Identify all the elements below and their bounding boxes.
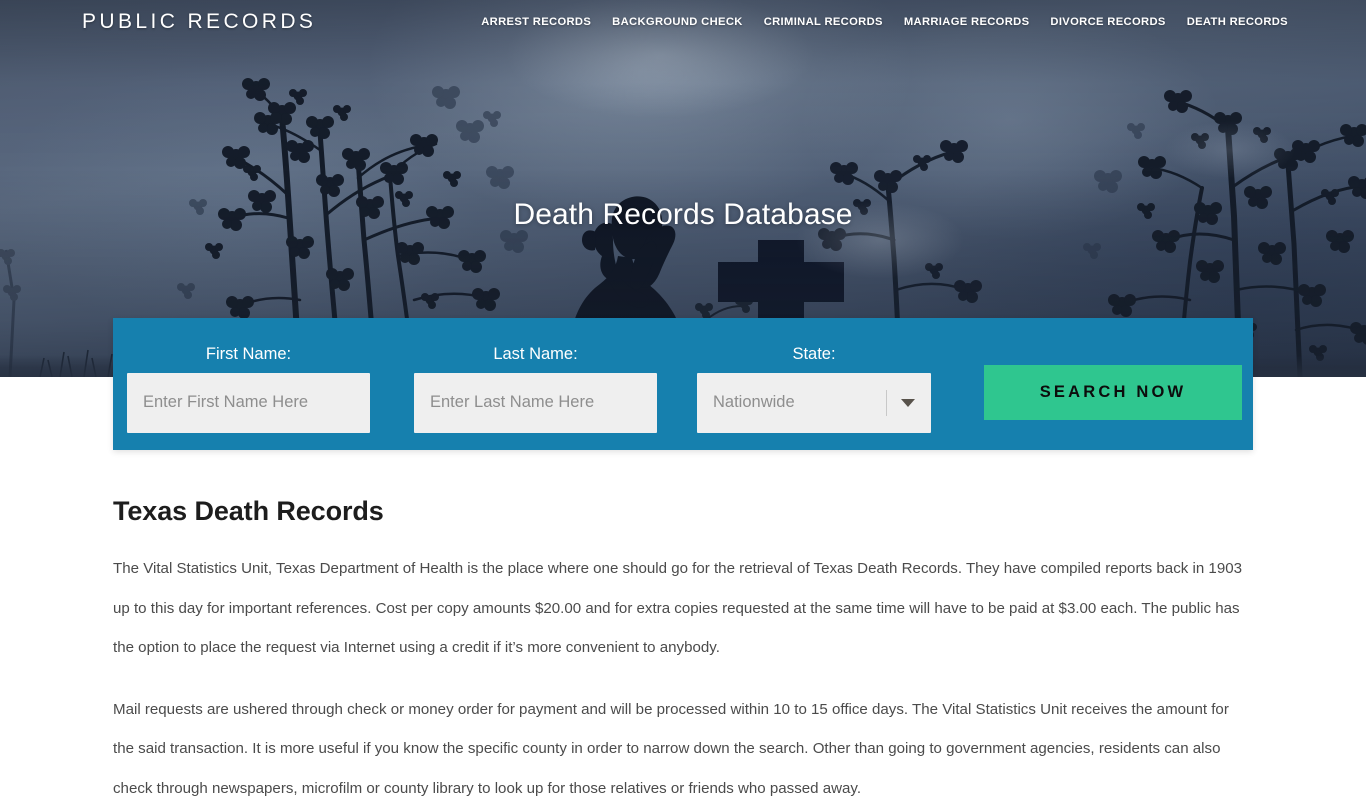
- state-select-wrapper: Nationwide: [697, 372, 931, 433]
- page-title: Texas Death Records: [113, 496, 384, 526]
- nav-item-marriage-records[interactable]: MARRIAGE RECORDS: [904, 16, 1030, 28]
- body-paragraph-1: The Vital Statistics Unit, Texas Departm…: [113, 560, 1243, 657]
- nav-item-arrest-records[interactable]: ARREST RECORDS: [481, 16, 591, 28]
- select-divider: [886, 389, 887, 416]
- state-label: State:: [792, 345, 836, 363]
- nav-item-criminal-records[interactable]: CRIMINAL RECORDS: [764, 16, 883, 28]
- first-name-field-group: First Name:: [127, 346, 370, 433]
- body-paragraph-2: Mail requests are ushered through check …: [113, 700, 1229, 797]
- last-name-field-group: Last Name:: [414, 346, 657, 433]
- nav-item-death-records[interactable]: DEATH RECORDS: [1187, 16, 1288, 28]
- chevron-down-icon[interactable]: [901, 398, 915, 407]
- main-navigation: ARREST RECORDS BACKGROUND CHECK CRIMINAL…: [481, 16, 1288, 28]
- search-now-button[interactable]: SEARCH NOW: [984, 365, 1242, 420]
- nav-item-background-check[interactable]: BACKGROUND CHECK: [612, 16, 743, 28]
- first-name-label: First Name:: [205, 345, 292, 363]
- last-name-label: Last Name:: [493, 345, 578, 363]
- main-content: Texas Death Records The Vital Statistics…: [0, 450, 1366, 808]
- site-logo[interactable]: PUBLIC RECORDS: [82, 10, 316, 34]
- site-header: PUBLIC RECORDS ARREST RECORDS BACKGROUND…: [0, 0, 1366, 44]
- first-name-input[interactable]: [127, 372, 370, 433]
- search-fields: First Name: Last Name: State: Nationwide…: [113, 318, 1253, 450]
- records-search-form: First Name: Last Name: State: Nationwide…: [113, 318, 1253, 450]
- state-field-group: State: Nationwide: [697, 346, 931, 433]
- last-name-input[interactable]: [414, 372, 657, 433]
- hero-title: Death Records Database: [513, 198, 853, 232]
- nav-item-divorce-records[interactable]: DIVORCE RECORDS: [1050, 16, 1165, 28]
- state-select[interactable]: Nationwide: [697, 372, 931, 433]
